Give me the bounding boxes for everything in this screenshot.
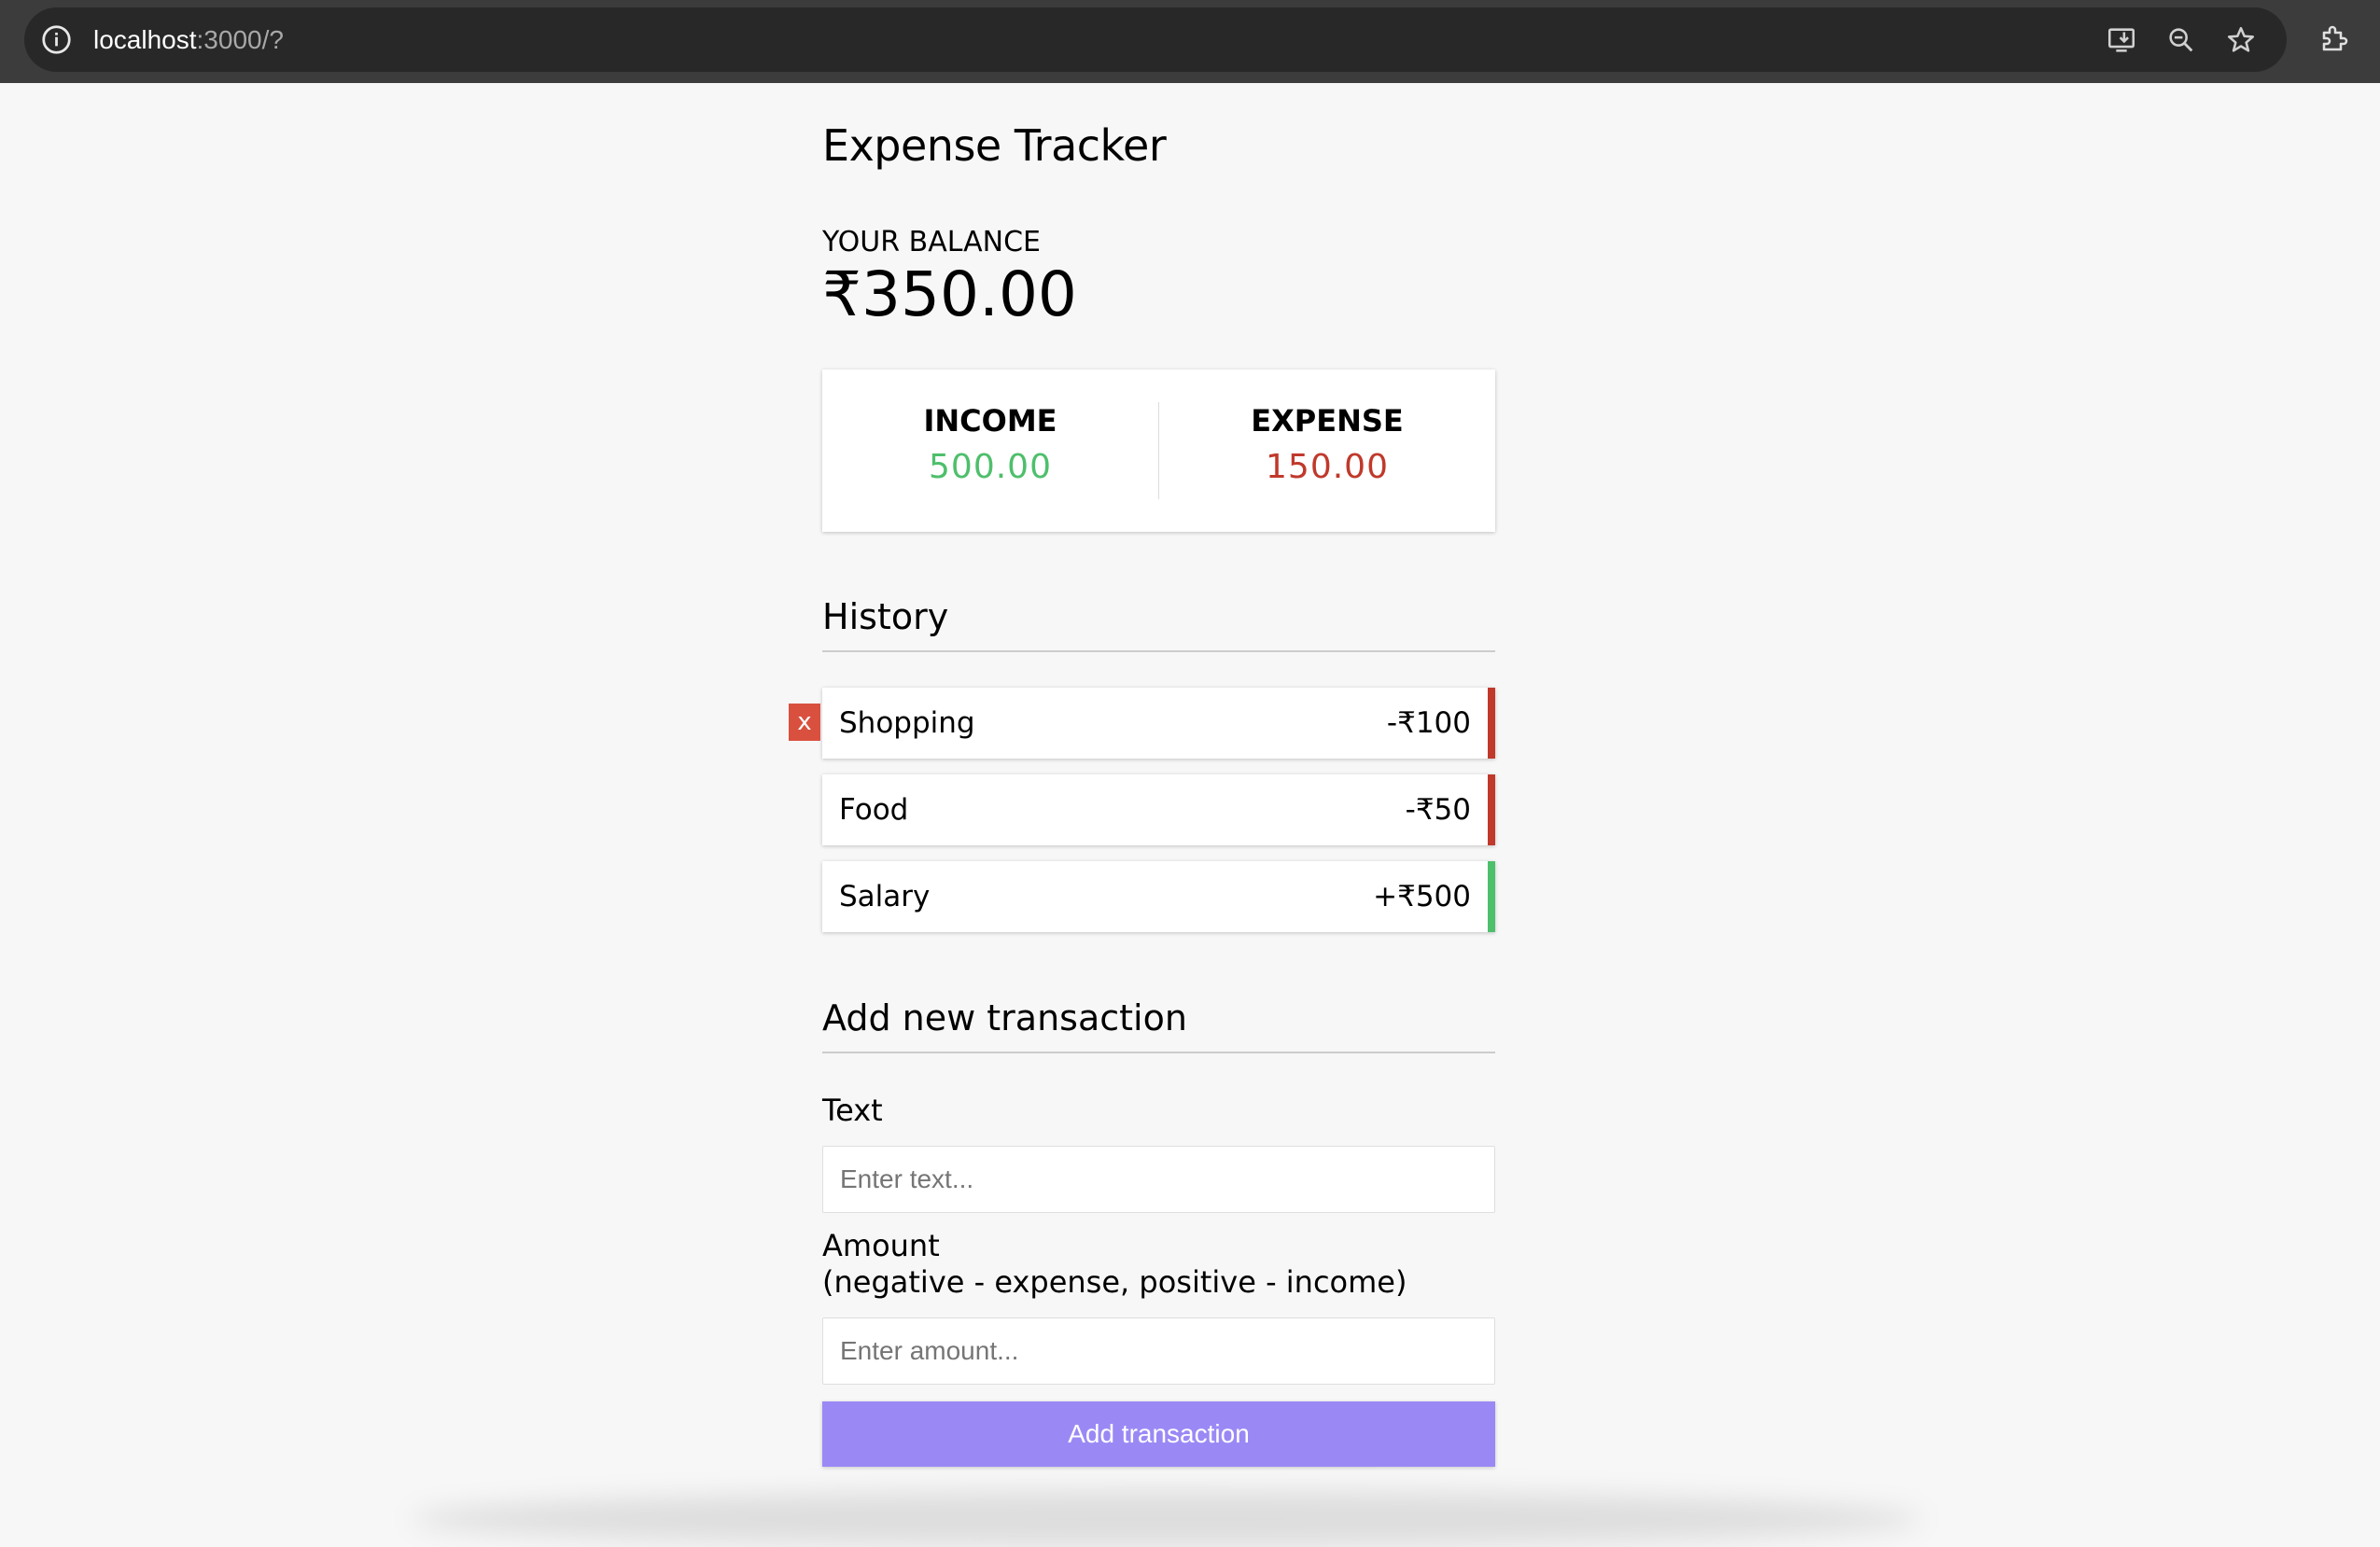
url-host: localhost: [93, 25, 197, 54]
text-label: Text: [822, 1093, 883, 1128]
transaction-amount: -₹50: [1405, 793, 1471, 827]
add-transaction-title: Add new transaction: [822, 997, 1495, 1053]
amount-input[interactable]: [822, 1317, 1495, 1385]
history-title: History: [822, 596, 1495, 652]
extensions-icon[interactable]: [2318, 21, 2352, 55]
income-value: 500.00: [929, 448, 1052, 486]
transaction-text: Salary: [839, 880, 931, 913]
transaction-amount: -₹100: [1386, 706, 1471, 740]
amount-label: Amount: [822, 1228, 940, 1263]
delete-button[interactable]: x: [789, 704, 820, 741]
expense-label: EXPENSE: [1251, 403, 1404, 439]
income-panel: INCOME 500.00: [822, 369, 1158, 532]
transaction-text: Shopping: [839, 706, 975, 740]
list-item[interactable]: x Shopping -₹100: [789, 688, 1495, 759]
amount-hint: (negative - expense, positive - income): [822, 1264, 1407, 1300]
income-label: INCOME: [923, 403, 1057, 439]
zoom-out-icon[interactable]: [2165, 24, 2197, 56]
install-app-icon[interactable]: [2106, 24, 2137, 56]
address-bar[interactable]: localhost:3000/?: [24, 7, 2287, 72]
page-title: Expense Tracker: [822, 120, 1167, 171]
browser-toolbar: localhost:3000/?: [0, 0, 2380, 83]
url-text[interactable]: localhost:3000/?: [93, 7, 284, 72]
income-expense-card: INCOME 500.00 EXPENSE 150.00: [822, 369, 1495, 532]
info-icon[interactable]: [41, 24, 72, 55]
transaction-amount: +₹500: [1373, 880, 1471, 913]
url-path: :3000/?: [196, 25, 284, 54]
list-item[interactable]: Salary +₹500: [822, 861, 1495, 932]
text-input[interactable]: [822, 1146, 1495, 1213]
bookmark-star-icon[interactable]: [2225, 24, 2257, 56]
expense-value: 150.00: [1266, 448, 1389, 486]
balance-value: ₹350.00: [822, 258, 1077, 330]
add-transaction-button[interactable]: Add transaction: [822, 1401, 1495, 1467]
window-bottom-shadow: [411, 1491, 1923, 1547]
list-item[interactable]: Food -₹50: [822, 774, 1495, 845]
expense-panel: EXPENSE 150.00: [1159, 369, 1495, 532]
transaction-text: Food: [839, 793, 909, 827]
balance-label: YOUR BALANCE: [822, 226, 1042, 258]
